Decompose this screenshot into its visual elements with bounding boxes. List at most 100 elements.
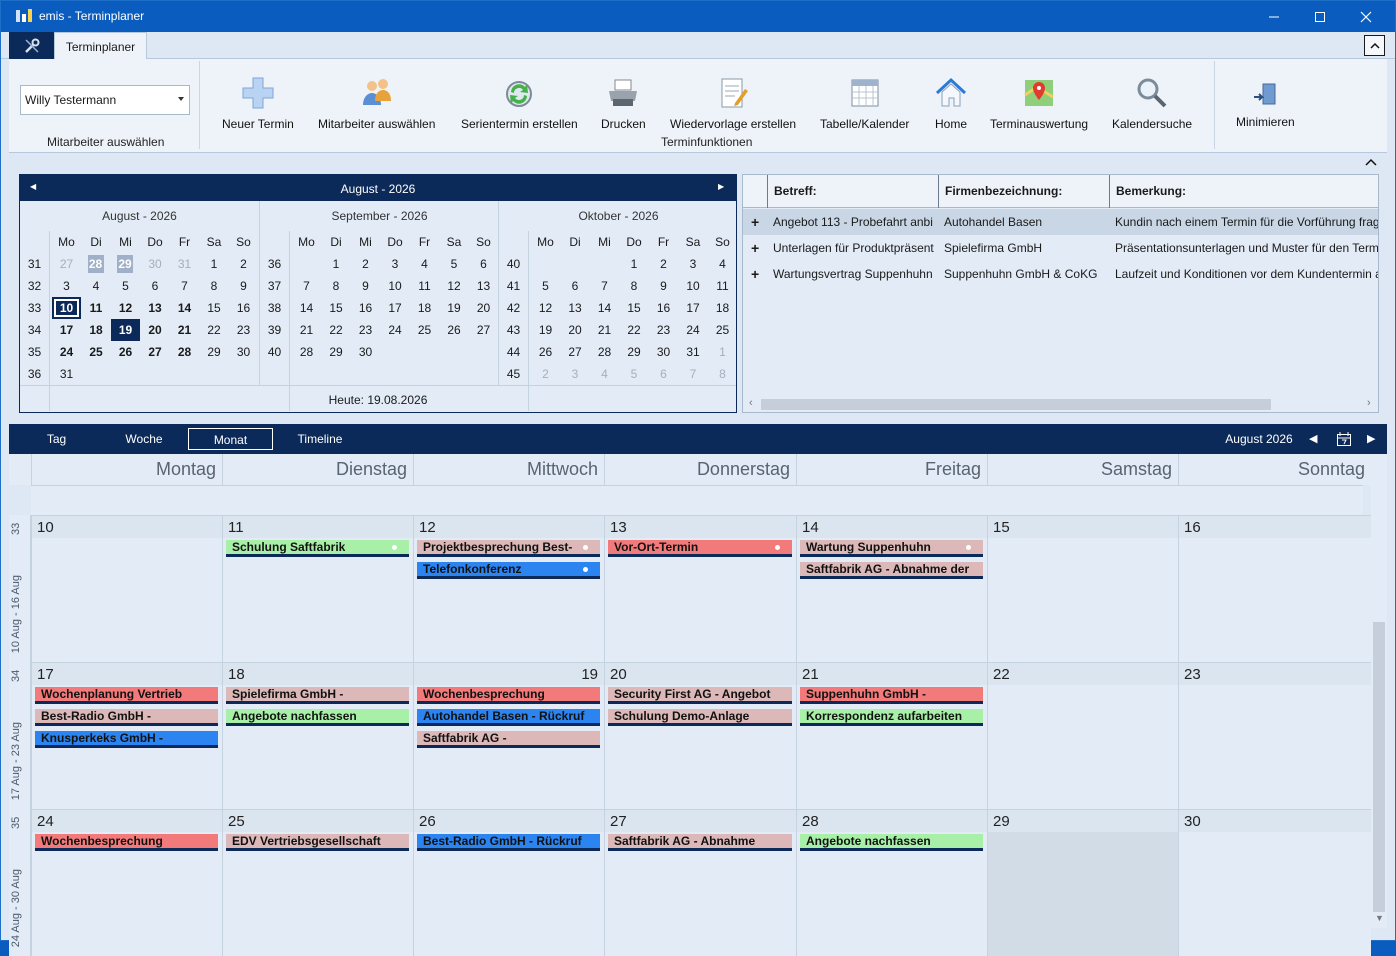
home-button[interactable]: Home <box>933 75 969 131</box>
day-cell[interactable]: 28 <box>87 255 104 273</box>
day-cell[interactable]: 1 <box>620 253 649 275</box>
day-cell[interactable]: 8 <box>708 363 737 385</box>
expand-row-icon[interactable]: + <box>751 235 759 261</box>
day-cell[interactable]: 11 <box>410 275 439 297</box>
today-label[interactable]: Heute: 19.08.2026 <box>20 385 736 413</box>
prev-period-icon[interactable]: ◀ <box>1309 432 1317 445</box>
day-cell[interactable]: 11 <box>82 297 111 319</box>
week-number[interactable]: 43 <box>499 319 528 341</box>
day-cell[interactable]: 23 <box>229 319 258 341</box>
view-tab-day[interactable]: Tag <box>34 428 79 450</box>
day-cell[interactable]: 28 <box>170 341 199 363</box>
scroll-right-icon[interactable]: › <box>1367 397 1371 409</box>
day-cell[interactable]: 29 <box>987 809 1178 956</box>
day-cell[interactable]: 31 <box>170 253 199 275</box>
day-cell[interactable]: 26 <box>440 319 469 341</box>
panel-collapse-button[interactable] <box>1365 155 1377 169</box>
appointment[interactable]: Wartung Suppenhuhn <box>800 540 983 557</box>
day-cell[interactable]: 12 Projektbesprechung Best- Telefonkonfere… <box>413 515 604 662</box>
day-cell[interactable]: 14 <box>292 297 321 319</box>
day-cell[interactable]: 19 <box>111 319 140 341</box>
minimize-window-button[interactable] <box>1251 1 1297 32</box>
day-cell[interactable]: 6 <box>649 363 678 385</box>
day-cell[interactable]: 16 <box>1178 515 1371 662</box>
day-cell[interactable]: 9 <box>229 275 258 297</box>
day-cell[interactable]: 25 <box>708 319 737 341</box>
day-cell[interactable]: 25 EDV Vertriebsgesellschaft <box>222 809 413 956</box>
appointment[interactable]: EDV Vertriebsgesellschaft <box>226 834 409 851</box>
view-tab-month[interactable]: Monat <box>188 428 273 450</box>
day-cell[interactable]: 20 <box>469 297 498 319</box>
day-cell[interactable]: 19 Wochenbesprechung Autohandel Basen - Rü… <box>413 662 604 809</box>
day-cell[interactable]: 30 <box>141 253 170 275</box>
day-cell[interactable]: 2 <box>531 363 560 385</box>
calendar-search-button[interactable]: Kalendersuche <box>1112 75 1192 131</box>
week-number[interactable]: 32 <box>20 275 49 297</box>
appointment[interactable]: Korrespondenz aufarbeiten <box>800 709 983 726</box>
week-number[interactable]: 37 <box>260 275 289 297</box>
day-cell[interactable]: 13 <box>141 297 170 319</box>
appointment[interactable]: Wochenplanung Vertrieb <box>35 687 218 704</box>
create-series-button[interactable]: Serientermin erstellen <box>461 75 578 131</box>
week-number[interactable]: 39 <box>260 319 289 341</box>
day-cell[interactable]: 29 <box>620 341 649 363</box>
day-cell[interactable]: 25 <box>410 319 439 341</box>
appointment[interactable]: Suppenhuhn GmbH - <box>800 687 983 704</box>
day-cell[interactable]: 21 <box>292 319 321 341</box>
appointment[interactable]: Angebote nachfassen <box>800 834 983 851</box>
appointment[interactable]: Best-Radio GmbH - Rückruf <box>417 834 600 851</box>
day-cell[interactable]: 7 <box>292 275 321 297</box>
grid-row[interactable]: + Wartungsvertrag Suppenhuhn Suppenhuhn Gm… <box>743 261 1378 287</box>
day-cell[interactable]: 11 <box>708 275 737 297</box>
day-cell[interactable]: 27 <box>52 253 81 275</box>
day-cell[interactable]: 10 <box>381 275 410 297</box>
day-cell[interactable]: 5 <box>111 275 140 297</box>
minimize-ribbon-button[interactable]: Minimieren <box>1236 81 1295 129</box>
appointment[interactable]: Wochenbesprechung <box>417 687 600 704</box>
day-cell[interactable]: 6 <box>141 275 170 297</box>
scrollbar-thumb[interactable] <box>1373 622 1385 912</box>
day-cell[interactable]: 29 <box>117 255 133 273</box>
day-cell[interactable]: 22 <box>987 662 1178 809</box>
new-appointment-button[interactable]: Neuer Termin <box>222 75 294 131</box>
day-cell[interactable]: 16 <box>229 297 258 319</box>
day-cell[interactable]: 24 <box>679 319 708 341</box>
appointment[interactable]: Vor-Ort-Termin <box>608 540 792 557</box>
day-cell[interactable]: 3 <box>561 363 590 385</box>
day-cell[interactable]: 24 <box>52 341 81 363</box>
day-cell[interactable]: 20 <box>561 319 590 341</box>
appointment[interactable]: Wochenbesprechung <box>35 834 218 851</box>
day-cell[interactable]: 15 <box>200 297 229 319</box>
day-cell[interactable]: 2 <box>649 253 678 275</box>
day-cell[interactable]: 14 <box>590 297 619 319</box>
day-cell[interactable]: 21 Suppenhuhn GmbH - Korrespondenz aufarbe… <box>796 662 987 809</box>
day-cell[interactable]: 13 <box>469 275 498 297</box>
day-cell[interactable]: 29 <box>200 341 229 363</box>
day-cell[interactable]: 13 Vor-Ort-Termin <box>604 515 796 662</box>
day-cell[interactable]: 5 <box>531 275 560 297</box>
day-cell[interactable]: 5 <box>440 253 469 275</box>
day-cell[interactable]: 21 <box>590 319 619 341</box>
appointment[interactable]: Projektbesprechung Best- <box>417 540 600 557</box>
close-window-button[interactable] <box>1343 1 1389 32</box>
column-header-company[interactable]: Firmenbezeichnung: <box>938 175 1109 208</box>
scroll-down-icon[interactable]: ▼ <box>1375 913 1384 923</box>
day-cell[interactable]: 1 <box>708 341 737 363</box>
day-cell[interactable]: 12 <box>531 297 560 319</box>
appointment[interactable]: Spielefirma GmbH - <box>226 687 409 704</box>
day-cell[interactable]: 8 <box>200 275 229 297</box>
grid-row[interactable]: + Unterlagen für Produktpräsent Spielefirm… <box>743 235 1378 261</box>
scrollbar-thumb[interactable] <box>761 399 1271 410</box>
day-cell[interactable]: 8 <box>322 275 351 297</box>
day-cell[interactable]: 20 Security First AG - Angebot Schulung De… <box>604 662 796 809</box>
day-cell[interactable]: 10 <box>52 297 81 319</box>
day-cell[interactable]: 22 <box>620 319 649 341</box>
day-cell[interactable]: 17 <box>52 319 81 341</box>
week-number[interactable]: 31 <box>20 253 49 275</box>
day-cell[interactable]: 16 <box>649 297 678 319</box>
day-cell[interactable]: 29 <box>322 341 351 363</box>
day-cell[interactable]: 14 <box>170 297 199 319</box>
day-cell[interactable]: 17 <box>679 297 708 319</box>
day-cell[interactable]: 18 <box>82 319 111 341</box>
appointment[interactable]: Telefonkonferenz <box>417 562 600 579</box>
